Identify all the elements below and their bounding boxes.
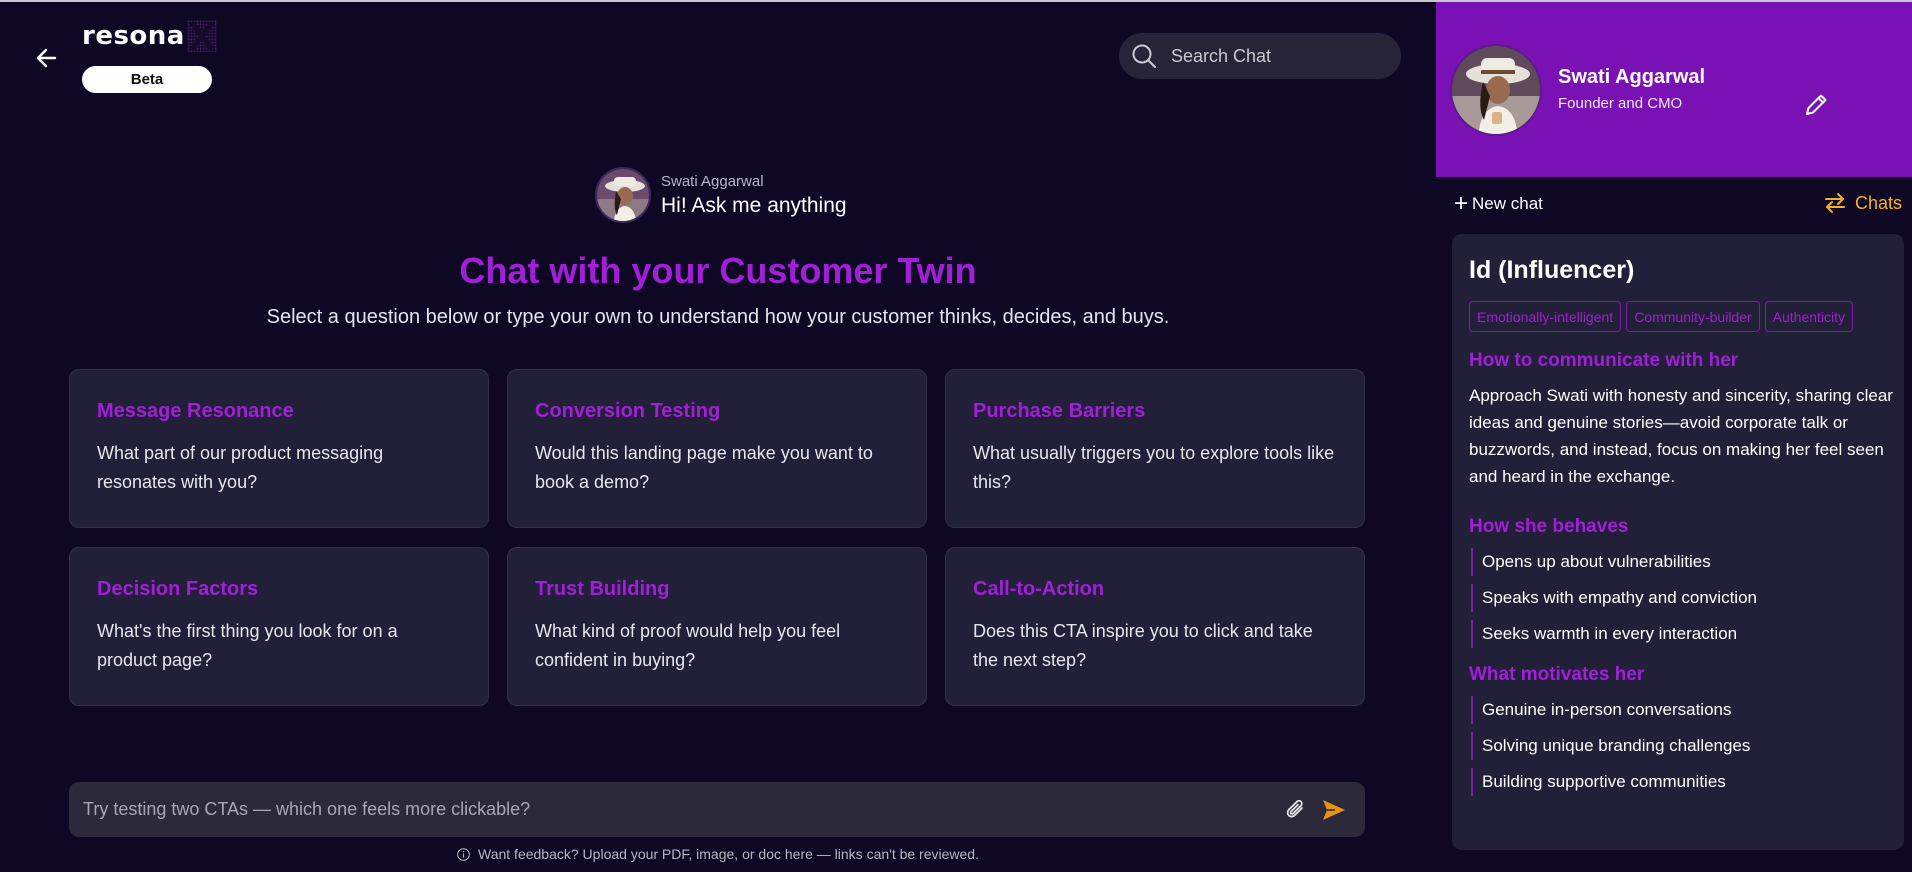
profile-avatar xyxy=(1450,44,1542,136)
card-question: Does this CTA inspire you to click and t… xyxy=(973,621,1313,670)
list-item: Seeks warmth in every interaction xyxy=(1471,620,1892,648)
communicate-heading: How to communicate with her xyxy=(1469,350,1739,371)
list-item: Genuine in-person conversations xyxy=(1471,696,1892,724)
new-chat-label: New chat xyxy=(1472,194,1543,213)
arrow-left-icon xyxy=(36,48,57,68)
card-title: Conversion Testing xyxy=(535,400,721,422)
chat-composer xyxy=(69,782,1365,837)
persona-greeting: Hi! Ask me anything xyxy=(661,193,847,217)
card-question: What's the first thing you look for on a… xyxy=(97,621,398,670)
paperclip-icon xyxy=(1286,799,1303,818)
suggestion-card-trust-building[interactable]: Trust Building What kind of proof would … xyxy=(507,547,927,706)
trait-tag: Emotionally-intelligent xyxy=(1469,301,1622,332)
card-title: Purchase Barriers xyxy=(973,400,1146,422)
profile-panel: Swati Aggarwal Founder and CMO + New cha… xyxy=(1436,2,1912,872)
logo-x-mark xyxy=(186,20,217,52)
card-title: Decision Factors xyxy=(97,578,259,600)
send-button[interactable] xyxy=(1317,793,1351,827)
behaves-list: Opens up about vulnerabilities Speaks wi… xyxy=(1469,548,1892,648)
profile-header: Swati Aggarwal Founder and CMO xyxy=(1436,2,1912,177)
persona-archetype-title: Id (Influencer) xyxy=(1469,256,1635,284)
avatar xyxy=(595,167,651,223)
suggestion-card-purchase-barriers[interactable]: Purchase Barriers What usually triggers … xyxy=(945,369,1365,528)
plus-icon: + xyxy=(1454,190,1469,217)
main-area: resona Beta Search Chat Swati Aggarwal H… xyxy=(0,2,1436,872)
search-input[interactable] xyxy=(1171,45,1381,67)
pencil-icon xyxy=(1806,94,1827,115)
card-title: Trust Building xyxy=(535,578,670,600)
info-icon xyxy=(457,847,470,861)
motivates-heading: What motivates her xyxy=(1469,664,1645,685)
suggestion-card-message-resonance[interactable]: Message Resonance What part of our produ… xyxy=(69,369,489,528)
trait-tag: Community-builder xyxy=(1626,301,1760,332)
new-chat-button[interactable]: + New chat xyxy=(1454,190,1543,217)
send-icon xyxy=(1323,799,1345,820)
edit-profile-button[interactable] xyxy=(1798,87,1834,123)
card-title: Call-to-Action xyxy=(973,578,1105,600)
motivates-list: Genuine in-person conversations Solving … xyxy=(1469,696,1892,796)
list-item: Building supportive communities xyxy=(1471,768,1892,796)
message-input[interactable] xyxy=(83,799,1275,820)
trait-tags: Emotionally-intelligent Community-builde… xyxy=(1469,301,1889,332)
card-question: Would this landing page make you want to… xyxy=(535,443,873,492)
suggestion-card-call-to-action[interactable]: Call-to-Action Does this CTA inspire you… xyxy=(945,547,1365,706)
list-item: Solving unique branding challenges xyxy=(1471,732,1892,760)
page-subtitle: Select a question below or type your own… xyxy=(266,306,1170,328)
attach-button[interactable] xyxy=(1279,793,1313,827)
suggestion-card-conversion-testing[interactable]: Conversion Testing Would this landing pa… xyxy=(507,369,927,528)
profile-name: Swati Aggarwal xyxy=(1558,66,1706,88)
persona-name: Swati Aggarwal xyxy=(661,172,764,190)
trait-tag: Authenticity xyxy=(1764,301,1854,332)
list-item: Speaks with empathy and conviction xyxy=(1471,584,1892,612)
logo-text: resona xyxy=(82,21,185,51)
list-item: Opens up about vulnerabilities xyxy=(1471,548,1892,576)
logo: resona xyxy=(82,18,217,54)
card-title: Message Resonance xyxy=(97,400,294,422)
profile-role: Founder and CMO xyxy=(1558,95,1683,112)
back-button[interactable] xyxy=(30,42,62,74)
upload-note: Want feedback? Upload your PDF, image, o… xyxy=(0,846,1436,862)
brand-logo: resona Beta xyxy=(82,18,217,93)
persona-intro: Swati Aggarwal Hi! Ask me anything xyxy=(595,167,847,223)
behaves-heading: How she behaves xyxy=(1469,516,1629,537)
persona-insight-card: Id (Influencer) Emotionally-intelligent … xyxy=(1452,234,1904,850)
chats-label: Chats xyxy=(1854,192,1902,213)
search-chat[interactable] xyxy=(1119,33,1401,79)
suggestion-card-decision-factors[interactable]: Decision Factors What's the first thing … xyxy=(69,547,489,706)
search-icon xyxy=(1132,44,1157,69)
card-question: What usually triggers you to explore too… xyxy=(973,443,1335,492)
page-title: Chat with your Customer Twin xyxy=(459,250,977,291)
swap-arrows-icon xyxy=(1824,193,1845,213)
card-question: What part of our product messaging reson… xyxy=(97,443,384,492)
chats-button[interactable]: Chats xyxy=(1823,192,1902,214)
communicate-text: Approach Swati with honesty and sincerit… xyxy=(1469,386,1893,486)
card-question: What kind of proof would help you feel c… xyxy=(535,621,841,670)
upload-note-text: Want feedback? Upload your PDF, image, o… xyxy=(478,846,979,862)
beta-badge: Beta xyxy=(82,66,212,93)
